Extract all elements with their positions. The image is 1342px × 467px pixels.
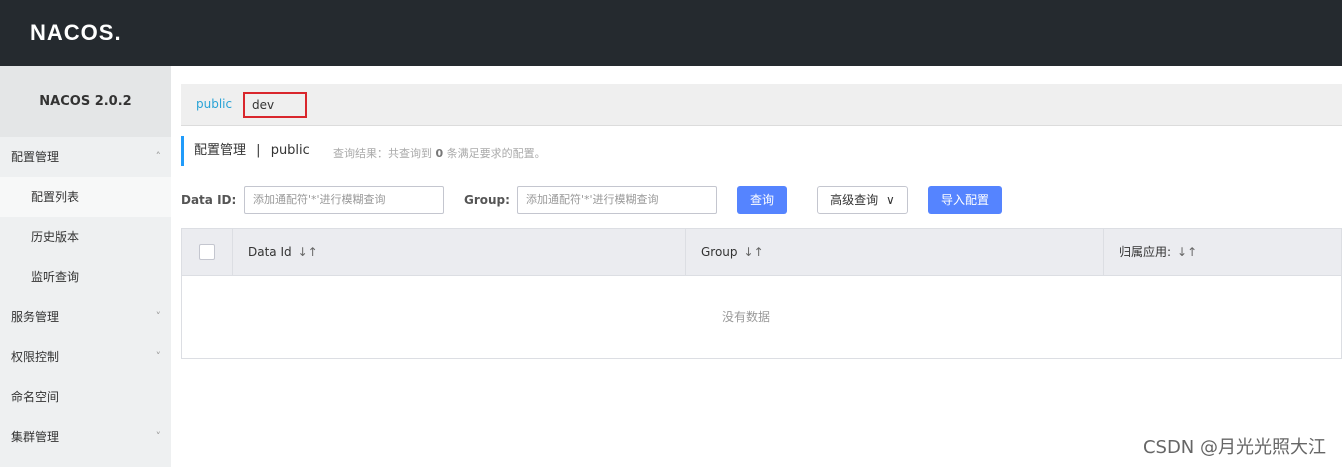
result-count: 0	[435, 147, 444, 160]
chevron-down-icon: ∨	[886, 193, 895, 207]
sort-icon[interactable]: ↓↑	[744, 245, 764, 259]
page-title: 配置管理 | public	[181, 136, 310, 166]
sidebar-item-listener-query[interactable]: 监听查询	[0, 257, 171, 297]
column-header-app[interactable]: 归属应用: ↓↑	[1103, 229, 1342, 276]
page-title-text: 配置管理	[194, 143, 247, 158]
sidebar-item-label: 监听查询	[31, 270, 80, 284]
csdn-watermark: CSDN @月光光照大江	[1142, 437, 1326, 458]
column-header-group[interactable]: Group ↓↑	[685, 229, 1103, 276]
sidebar-item-label: 配置管理	[11, 150, 60, 164]
select-all-checkbox[interactable]	[199, 244, 215, 260]
sidebar-item-label: 历史版本	[31, 230, 80, 244]
data-id-input[interactable]: 添加通配符'*'进行模糊查询	[244, 186, 444, 214]
sidebar-item-label: 权限控制	[11, 350, 60, 364]
import-config-button[interactable]: 导入配置	[928, 186, 1002, 214]
sidebar-item-service-management[interactable]: 服务管理 ˅	[0, 297, 171, 337]
config-table: Data Id ↓↑ Group ↓↑ 归属应用: ↓↑ 没有数据	[181, 228, 1342, 359]
top-bar: NACOS.	[0, 0, 1342, 66]
query-result-text: 查询结果：共查询到 0 条满足要求的配置。	[333, 145, 546, 161]
main-content: public dev 配置管理 | public 查询结果：共查询到 0 条满足…	[171, 66, 1342, 467]
sidebar-item-label: 服务管理	[11, 310, 60, 324]
sidebar-item-label: 命名空间	[11, 390, 60, 404]
table-header: Data Id ↓↑ Group ↓↑ 归属应用: ↓↑	[182, 229, 1341, 276]
result-suffix: 条满足要求的配置。	[443, 147, 546, 160]
namespace-public-link[interactable]: public	[196, 97, 232, 111]
group-label: Group:	[464, 193, 510, 207]
sidebar-item-label: 配置列表	[31, 190, 80, 204]
search-button[interactable]: 查询	[737, 186, 787, 214]
namespace-bar: public dev	[181, 84, 1342, 126]
advanced-search-label: 高级查询	[830, 193, 879, 207]
result-prefix: 查询结果：共查询到	[333, 147, 436, 160]
chevron-down-icon: ˅	[155, 310, 162, 323]
sidebar-item-namespace[interactable]: 命名空间	[0, 377, 171, 417]
sidebar-item-label: 集群管理	[11, 430, 60, 444]
sidebar-item-cluster-management[interactable]: 集群管理 ˅	[0, 417, 171, 457]
empty-table-message: 没有数据	[722, 310, 771, 324]
sidebar-item-config-management[interactable]: 配置管理 ˄	[0, 137, 171, 177]
data-id-label: Data ID:	[181, 193, 237, 207]
group-input[interactable]: 添加通配符'*'进行模糊查询	[517, 186, 717, 214]
sidebar-item-permission-control[interactable]: 权限控制 ˅	[0, 337, 171, 377]
sort-icon[interactable]: ↓↑	[1177, 245, 1197, 259]
sort-icon[interactable]: ↓↑	[298, 245, 318, 259]
sidebar-item-config-list[interactable]: 配置列表	[0, 177, 171, 217]
column-label: Data Id	[248, 245, 292, 259]
chevron-down-icon: ˅	[155, 430, 162, 443]
column-label: Group	[701, 245, 738, 259]
column-header-data-id[interactable]: Data Id ↓↑	[232, 229, 685, 276]
namespace-dev-link[interactable]: dev	[243, 92, 307, 118]
nacos-logo[interactable]: NACOS.	[30, 19, 122, 47]
sidebar: NACOS 2.0.2 配置管理 ˄ 配置列表 历史版本 监听查询 服务管理 ˅…	[0, 66, 171, 467]
column-label: 归属应用:	[1119, 245, 1172, 259]
chevron-up-icon: ˄	[155, 150, 162, 163]
page-title-namespace: public	[270, 143, 310, 158]
chevron-down-icon: ˅	[155, 350, 162, 363]
version-label: NACOS 2.0.2	[0, 66, 171, 137]
advanced-search-button[interactable]: 高级查询 ∨	[817, 186, 908, 214]
title-separator: |	[256, 143, 261, 158]
sidebar-item-history[interactable]: 历史版本	[0, 217, 171, 257]
